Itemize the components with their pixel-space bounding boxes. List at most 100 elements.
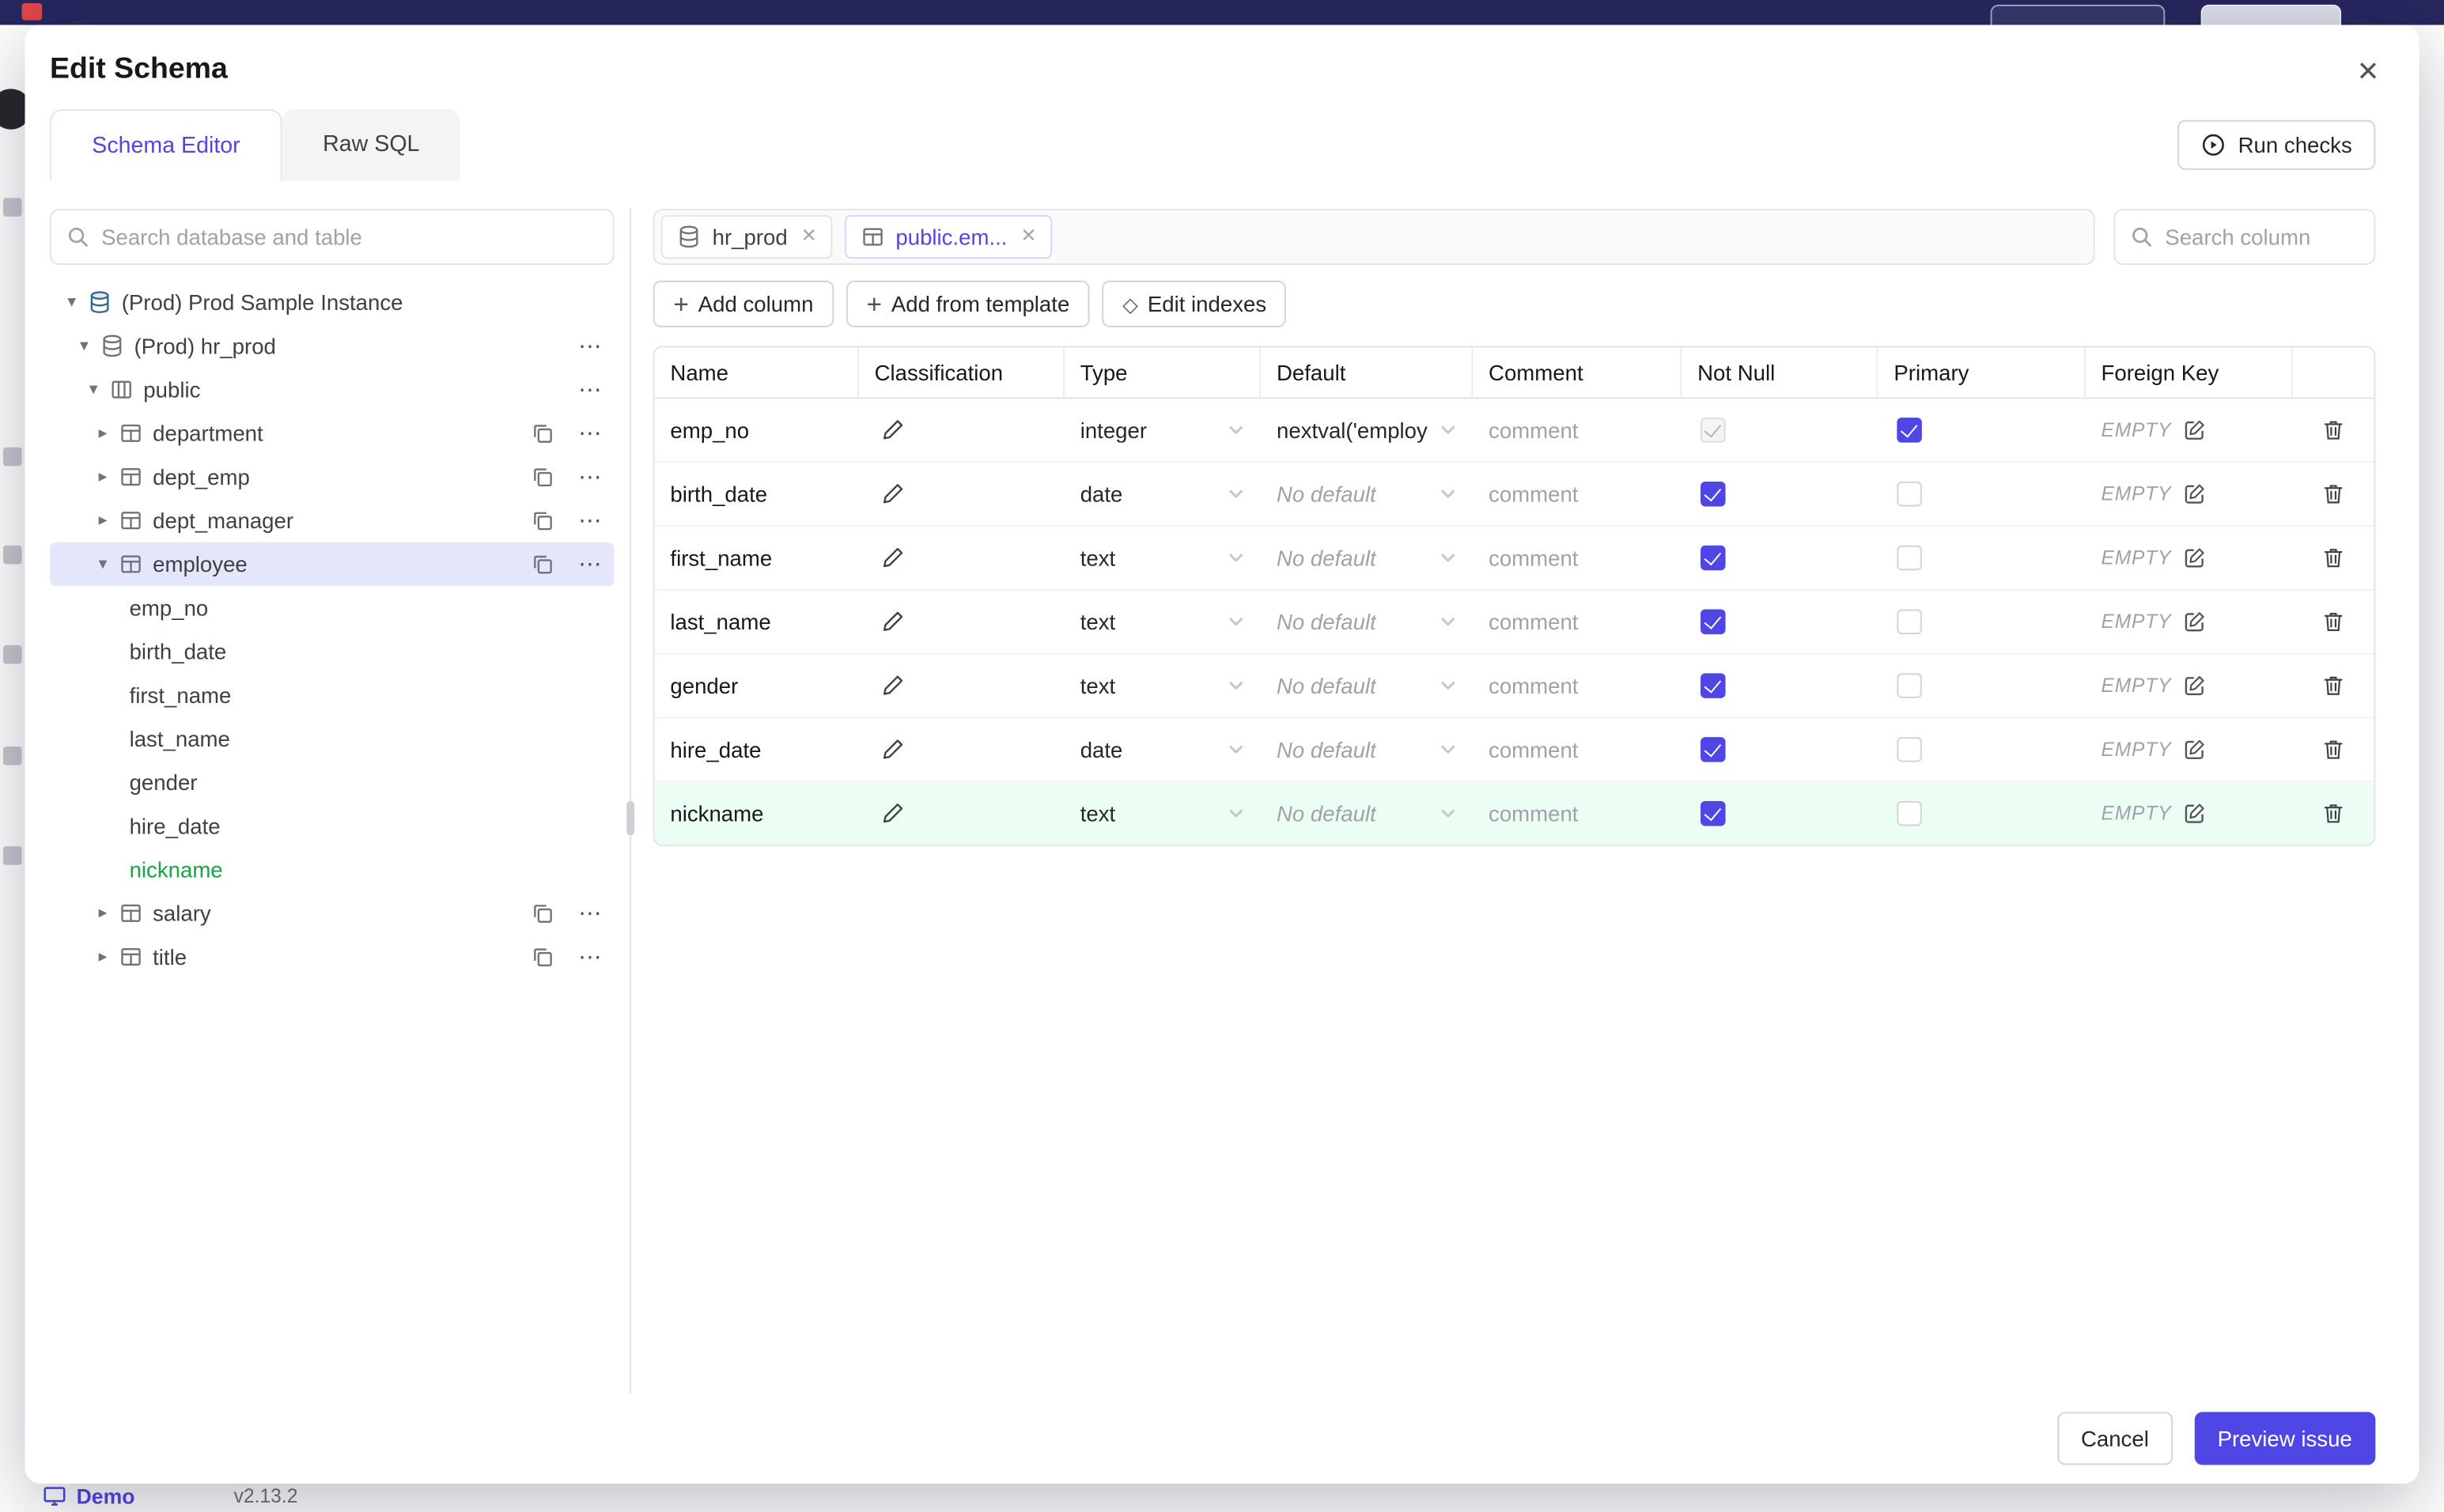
primary-checkbox[interactable] [1897, 418, 1922, 443]
edit-icon[interactable] [2182, 801, 2208, 826]
not-null-checkbox[interactable] [1701, 800, 1726, 826]
column-name-cell[interactable]: emp_no [655, 399, 859, 461]
add-from-template-button[interactable]: + Add from template [846, 280, 1090, 327]
run-checks-button[interactable]: Run checks [2177, 119, 2376, 170]
delete-column-icon[interactable] [2321, 801, 2346, 826]
tree-item-salary[interactable]: ▸ salary ⋯ [50, 891, 614, 935]
tree-column-nickname[interactable]: nickname [50, 848, 614, 891]
app-logo[interactable] [21, 2, 43, 21]
pencil-icon[interactable] [880, 673, 906, 698]
type-select[interactable]: text [1065, 527, 1261, 589]
comment-input[interactable]: comment [1473, 527, 1682, 589]
tree-item-prod-hr-prod[interactable]: ▾ (Prod) hr_prod ⋯ [50, 324, 614, 368]
type-select[interactable]: date [1065, 718, 1261, 781]
pencil-icon[interactable] [880, 546, 906, 571]
tree-column-gender[interactable]: gender [50, 761, 614, 804]
comment-input[interactable]: comment [1473, 399, 1682, 461]
default-select[interactable]: No default [1261, 463, 1473, 525]
more-icon[interactable]: ⋯ [578, 465, 602, 489]
add-column-button[interactable]: + Add column [653, 280, 834, 327]
column-name-cell[interactable]: nickname [655, 782, 859, 845]
caret-right-icon[interactable]: ▸ [90, 424, 115, 442]
classification-cell[interactable] [859, 527, 1065, 589]
primary-checkbox[interactable] [1897, 737, 1922, 762]
pencil-icon[interactable] [880, 737, 906, 762]
more-icon[interactable]: ⋯ [578, 335, 602, 358]
not-null-checkbox[interactable] [1701, 737, 1726, 762]
not-null-checkbox[interactable] [1701, 609, 1726, 635]
foreign-key-cell[interactable]: EMPTY [2086, 527, 2293, 589]
close-icon[interactable]: × [801, 224, 815, 250]
comment-input[interactable]: comment [1473, 718, 1682, 781]
tab-raw-sql[interactable]: Raw SQL [282, 108, 460, 181]
pencil-icon[interactable] [880, 418, 906, 443]
primary-checkbox[interactable] [1897, 800, 1922, 826]
type-select[interactable]: integer [1065, 399, 1261, 461]
more-icon[interactable]: ⋯ [578, 508, 602, 532]
more-icon[interactable]: ⋯ [578, 378, 602, 402]
foreign-key-cell[interactable]: EMPTY [2086, 463, 2293, 525]
caret-right-icon[interactable]: ▸ [90, 511, 115, 529]
tree-item-employee[interactable]: ▾ employee ⋯ [50, 542, 615, 586]
tree-column-birth-date[interactable]: birth_date [50, 629, 614, 673]
delete-column-icon[interactable] [2321, 482, 2346, 507]
close-icon[interactable]: × [1021, 224, 1035, 250]
caret-down-icon[interactable]: ▾ [59, 293, 85, 311]
classification-cell[interactable] [859, 782, 1065, 845]
comment-input[interactable]: comment [1473, 655, 1682, 717]
classification-cell[interactable] [859, 591, 1065, 653]
tree-item-title[interactable]: ▸ title ⋯ [50, 935, 614, 978]
column-name-cell[interactable]: gender [655, 655, 859, 717]
copy-icon[interactable] [530, 508, 555, 533]
column-name-cell[interactable]: hire_date [655, 718, 859, 781]
comment-input[interactable]: comment [1473, 782, 1682, 845]
default-select[interactable]: No default [1261, 782, 1473, 845]
type-select[interactable]: text [1065, 782, 1261, 845]
caret-down-icon[interactable]: ▾ [90, 555, 115, 573]
primary-checkbox[interactable] [1897, 481, 1922, 507]
pencil-icon[interactable] [880, 610, 906, 635]
tree-item-department[interactable]: ▸ department ⋯ [50, 411, 614, 455]
foreign-key-cell[interactable]: EMPTY [2086, 782, 2293, 845]
not-null-checkbox[interactable] [1701, 481, 1726, 507]
column-name-cell[interactable]: last_name [655, 591, 859, 653]
default-select[interactable]: No default [1261, 591, 1473, 653]
more-icon[interactable]: ⋯ [578, 553, 602, 576]
foreign-key-cell[interactable]: EMPTY [2086, 591, 2293, 653]
database-search-input[interactable] [50, 209, 615, 266]
default-select[interactable]: nextval('employ [1261, 399, 1473, 461]
edit-icon[interactable] [2182, 418, 2208, 443]
delete-column-icon[interactable] [2321, 673, 2346, 698]
type-select[interactable]: text [1065, 655, 1261, 717]
column-name-cell[interactable]: birth_date [655, 463, 859, 525]
tree-item-prod-prod-sample-instance[interactable]: ▾ (Prod) Prod Sample Instance [50, 281, 614, 324]
classification-cell[interactable] [859, 718, 1065, 781]
delete-column-icon[interactable] [2321, 546, 2346, 571]
primary-checkbox[interactable] [1897, 609, 1922, 635]
copy-icon[interactable] [530, 901, 555, 926]
cancel-button[interactable]: Cancel [2057, 1412, 2173, 1465]
default-select[interactable]: No default [1261, 655, 1473, 717]
topbar-button[interactable] [1990, 4, 2166, 25]
classification-cell[interactable] [859, 463, 1065, 525]
tree-column-hire-date[interactable]: hire_date [50, 804, 614, 848]
caret-down-icon[interactable]: ▾ [81, 380, 106, 399]
primary-checkbox[interactable] [1897, 673, 1922, 698]
delete-column-icon[interactable] [2321, 418, 2346, 443]
caret-down-icon[interactable]: ▾ [72, 337, 97, 355]
chip-public-employee[interactable]: public.em... × [844, 214, 1052, 259]
comment-input[interactable]: comment [1473, 463, 1682, 525]
edit-icon[interactable] [2182, 737, 2208, 762]
delete-column-icon[interactable] [2321, 737, 2346, 762]
tree-item-public[interactable]: ▾ public ⋯ [50, 368, 614, 411]
copy-icon[interactable] [530, 944, 555, 970]
edit-icon[interactable] [2182, 482, 2208, 507]
primary-checkbox[interactable] [1897, 545, 1922, 571]
tree-item-dept-manager[interactable]: ▸ dept_manager ⋯ [50, 499, 614, 542]
edit-icon[interactable] [2182, 610, 2208, 635]
caret-right-icon[interactable]: ▸ [90, 947, 115, 966]
topbar-button[interactable] [2200, 4, 2341, 25]
edit-icon[interactable] [2182, 546, 2208, 571]
delete-column-icon[interactable] [2321, 610, 2346, 635]
caret-right-icon[interactable]: ▸ [90, 904, 115, 922]
